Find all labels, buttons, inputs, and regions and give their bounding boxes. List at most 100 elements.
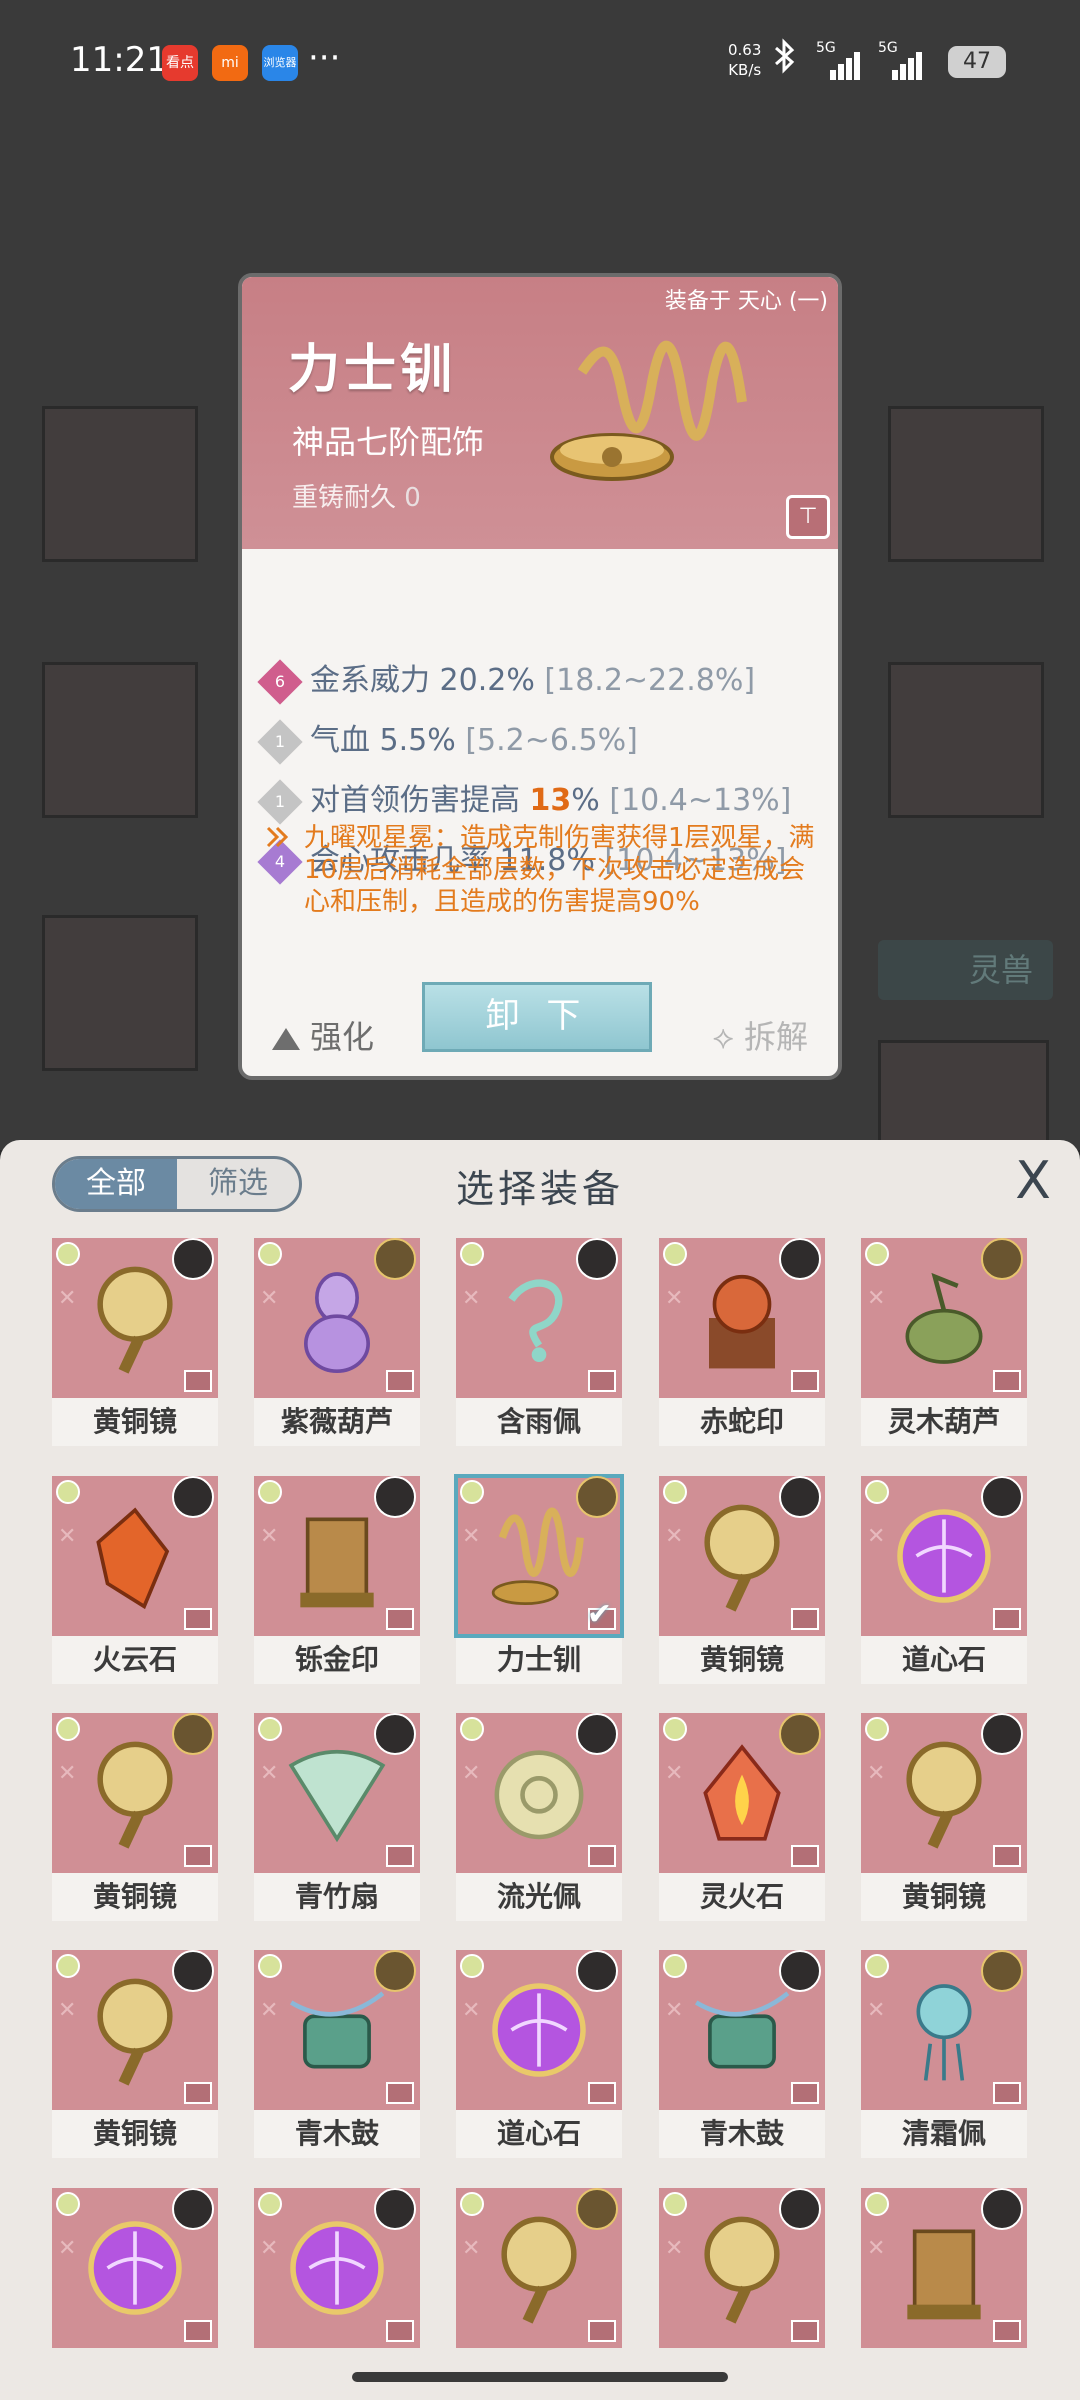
rune-icon: ✕: [260, 2236, 279, 2261]
purple-orb-icon: [897, 1509, 991, 1603]
signal-sim1-icon: 5G: [816, 40, 860, 80]
equipment-item[interactable]: ✕ 黄铜镜: [659, 1476, 825, 1684]
lock-icon[interactable]: ⊤: [786, 495, 830, 539]
equipment-item-label: 黄铜镜: [52, 2110, 218, 2158]
equipment-item[interactable]: ✕ 含雨佩: [456, 1238, 622, 1446]
rune-icon: ✕: [260, 1998, 279, 2023]
browser-app-icon: 浏览器: [262, 45, 298, 81]
equipment-item-label: 道心石: [861, 1636, 1027, 1684]
equipment-item[interactable]: ✕ 道心石: [456, 1950, 622, 2158]
owner-avatar: [981, 2188, 1023, 2230]
element-icon: [865, 1480, 889, 1504]
battery-icon: 47: [948, 46, 1006, 78]
equipment-item[interactable]: ✕ 道心石: [861, 1476, 1027, 1684]
equipment-item[interactable]: ✕ 赤蛇印: [659, 1238, 825, 1446]
fire-crystal-icon: [96, 1507, 170, 1610]
owner-avatar: [374, 2188, 416, 2230]
equipment-item-label: 黄铜镜: [52, 1398, 218, 1446]
element-icon: [258, 2192, 282, 2216]
unequip-button[interactable]: 卸 下: [422, 982, 652, 1052]
equipment-item[interactable]: ✕: [456, 2188, 622, 2348]
home-indicator[interactable]: [352, 2372, 728, 2382]
equipment-item-frame: ✕: [659, 1950, 825, 2110]
equipment-item-frame: ✕: [254, 1950, 420, 2110]
equipment-item[interactable]: ✕ 铄金印: [254, 1476, 420, 1684]
equipment-item-frame: ✕: [52, 1476, 218, 1636]
attribute-value-highlight: 13: [529, 783, 572, 818]
rune-icon: ✕: [462, 1761, 481, 1786]
network-speed-value: 0.63: [728, 41, 762, 59]
network-speed-unit: KB/s: [728, 61, 762, 79]
equipment-item-frame: ✕: [52, 1713, 218, 1873]
equipment-item[interactable]: ✕ 青竹扇: [254, 1713, 420, 1921]
purple-orb-icon: [290, 2221, 384, 2315]
rune-icon: ✕: [58, 1286, 77, 1311]
kandian-app-icon: 看点: [162, 45, 198, 81]
equipment-item-frame: ✕: [254, 1476, 420, 1636]
equipment-item[interactable]: ✕: [254, 2188, 420, 2348]
equipment-item[interactable]: ✕ 紫薇葫芦: [254, 1238, 420, 1446]
dismantle-button[interactable]: ⟡ 拆解: [713, 1012, 808, 1058]
red-snake-seal-icon: [709, 1274, 775, 1369]
equipment-item-frame: ✕: [52, 1238, 218, 1398]
rune-icon: ✕: [58, 1524, 77, 1549]
equipment-item[interactable]: ✕: [52, 2188, 218, 2348]
equipment-item[interactable]: ✕ 黄铜镜: [52, 1950, 218, 2158]
element-icon: [56, 2192, 80, 2216]
equipment-picker-sheet: 全部 筛选 选择装备 X ✕ 黄铜镜 ✕ 紫薇葫芦 ✕ 含雨佩 ✕ 赤蛇印 ✕ 灵木葫芦 ✕ 火云石 ✕…: [0, 1140, 1080, 2400]
element-icon: [258, 1242, 282, 1266]
rune-icon: ✕: [58, 1998, 77, 2023]
owner-avatar: [779, 1238, 821, 1280]
equipment-item-label: 清霜佩: [861, 2110, 1027, 2158]
equipment-item-frame: ✕: [52, 1950, 218, 2110]
close-icon[interactable]: X: [1008, 1155, 1058, 1207]
special-effect-text: 九曜观星冕：造成克制伤害获得1层观星，满10层后消耗全部层数，下次攻击必定造成会…: [304, 823, 815, 917]
element-icon: [460, 1480, 484, 1504]
equipment-item[interactable]: ✕ 清霜佩: [861, 1950, 1027, 2158]
equipped-badge-icon: [386, 1845, 414, 1867]
equipment-item[interactable]: ✕ 灵火石: [659, 1713, 825, 1921]
owner-avatar: [374, 1713, 416, 1755]
equipment-item[interactable]: ✕ 青木鼓: [659, 1950, 825, 2158]
green-drum-icon: [694, 1991, 790, 2069]
equipment-item[interactable]: ✕ 灵木葫芦: [861, 1238, 1027, 1446]
jade-pendant-icon: [508, 1279, 563, 1362]
equipment-item-frame: ✕: [861, 1238, 1027, 1398]
equipment-item-frame: ✕: [254, 1238, 420, 1398]
equipped-badge-icon: [791, 1608, 819, 1630]
equipment-item-label: 黄铜镜: [52, 1873, 218, 1921]
owner-avatar: [981, 1950, 1023, 1992]
rune-icon: ✕: [665, 1761, 684, 1786]
bamboo-fan-icon: [288, 1750, 386, 1843]
equipment-item[interactable]: ✕ 黄铜镜: [52, 1238, 218, 1446]
enhance-button[interactable]: 强化: [272, 1012, 374, 1058]
equipment-item[interactable]: ✕ ✔ 力士钏: [454, 1474, 624, 1684]
equipment-item-label: 铄金印: [254, 1636, 420, 1684]
equipment-item[interactable]: ✕ 流光佩: [456, 1713, 622, 1921]
equipment-item-frame: ✕: [254, 2188, 420, 2348]
equipment-item-frame: ✕ ✔: [454, 1474, 624, 1638]
equipped-badge-icon: [993, 1845, 1021, 1867]
equipped-badge-icon: [184, 1845, 212, 1867]
equipment-item-frame: ✕: [456, 1713, 622, 1873]
element-icon: [663, 1480, 687, 1504]
attribute-range: [5.2~6.5%]: [465, 723, 638, 758]
owner-avatar: [779, 1950, 821, 1992]
equipment-item[interactable]: ✕ 黄铜镜: [52, 1713, 218, 1921]
frost-pendant-icon: [916, 1984, 972, 2081]
equipment-item[interactable]: ✕ 青木鼓: [254, 1950, 420, 2158]
element-icon: [663, 2192, 687, 2216]
equip-slot-bracelet: [888, 662, 1044, 818]
element-icon: [865, 2192, 889, 2216]
equipped-badge-icon: [588, 2320, 616, 2342]
equipment-item-frame: ✕: [254, 1713, 420, 1873]
item-name: 力士钏: [288, 340, 457, 400]
element-icon: [56, 1717, 80, 1741]
equipment-item[interactable]: ✕: [659, 2188, 825, 2348]
equipment-item[interactable]: ✕ 黄铜镜: [861, 1713, 1027, 1921]
equipment-item[interactable]: ✕ 火云石: [52, 1476, 218, 1684]
equipped-badge-icon: [993, 1370, 1021, 1392]
equipment-item[interactable]: ✕: [861, 2188, 1027, 2348]
equipped-badge-icon: [386, 2320, 414, 2342]
owner-avatar: [981, 1476, 1023, 1518]
